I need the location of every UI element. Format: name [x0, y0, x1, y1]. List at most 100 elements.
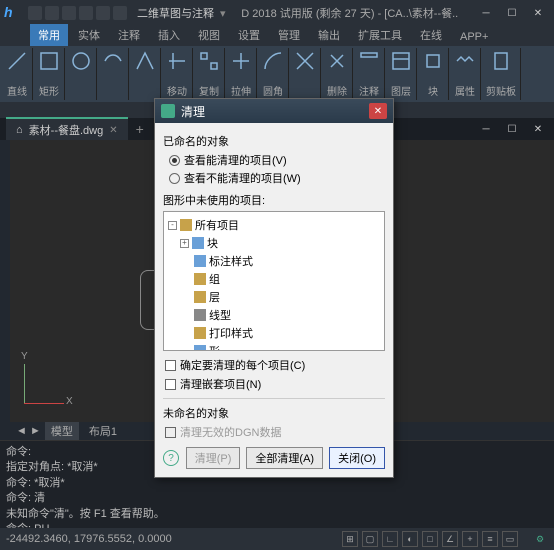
ribbon-tab[interactable]: 注释 — [110, 24, 148, 46]
tree-item[interactable]: 层 — [168, 288, 380, 306]
coordinates: -24492.3460, 17976.5552, 0.0000 — [6, 533, 172, 545]
tool-icon[interactable] — [454, 50, 476, 72]
osnap-icon[interactable]: □ — [422, 531, 438, 547]
command-line: 命令: 清 — [6, 491, 548, 506]
panel-label: 注释 — [359, 83, 379, 98]
tool-icon[interactable] — [358, 50, 380, 72]
tree-item[interactable]: 标注样式 — [168, 252, 380, 270]
ribbon-tab[interactable]: 设置 — [230, 24, 268, 46]
tool-icon[interactable] — [6, 50, 28, 72]
dyn-icon[interactable]: + — [462, 531, 478, 547]
qat-save-icon[interactable] — [62, 6, 76, 20]
purge-nested-checkbox[interactable]: 清理嵌套项目(N) — [165, 376, 385, 392]
grid-icon[interactable]: ⊞ — [342, 531, 358, 547]
purge-button[interactable]: 清理(P) — [186, 447, 241, 469]
doc-close-button[interactable]: ✕ — [526, 120, 550, 138]
ribbon-tab[interactable]: 在线 — [412, 24, 450, 46]
ribbon-panel — [290, 48, 321, 100]
ribbon-tab[interactable]: 输出 — [310, 24, 348, 46]
tree-item-label: 块 — [207, 235, 218, 251]
tree-item[interactable]: -所有项目 — [168, 216, 380, 234]
close-button[interactable]: ✕ — [526, 4, 550, 22]
tool-icon[interactable] — [390, 50, 412, 72]
new-tab-button[interactable]: + — [136, 121, 144, 137]
track-icon[interactable]: ∠ — [442, 531, 458, 547]
ribbon-tab[interactable]: 扩展工具 — [350, 24, 410, 46]
ribbon-tab[interactable]: 插入 — [150, 24, 188, 46]
minimize-button[interactable]: ─ — [474, 4, 498, 22]
lwt-icon[interactable]: ≡ — [482, 531, 498, 547]
tool-icon[interactable] — [102, 50, 124, 72]
dialog-titlebar[interactable]: 清理 ✕ — [155, 99, 393, 123]
ribbon-panel: 直线 — [2, 48, 33, 100]
layout-tab[interactable]: 布局1 — [83, 422, 123, 440]
tool-icon[interactable] — [230, 50, 252, 72]
model-tab[interactable]: 模型 — [45, 422, 79, 440]
ribbon-panel: 块 — [418, 48, 449, 100]
tool-icon[interactable] — [166, 50, 188, 72]
qat-new-icon[interactable] — [28, 6, 42, 20]
tree-item[interactable]: +块 — [168, 234, 380, 252]
help-button[interactable]: ? — [163, 450, 179, 466]
purge-dgn-checkbox[interactable]: 清理无效的DGN数据 — [165, 424, 385, 440]
checkbox-label: 确定要清理的每个项目(C) — [180, 357, 305, 373]
tool-icon[interactable] — [294, 50, 316, 72]
tool-icon[interactable] — [38, 50, 60, 72]
tool-icon[interactable] — [134, 50, 156, 72]
dialog-close-button[interactable]: ✕ — [369, 103, 387, 119]
checkbox-icon — [165, 427, 176, 438]
vtab-arrows[interactable]: ◄ ► — [16, 425, 41, 437]
purge-dialog: 清理 ✕ 已命名的对象 查看能清理的项目(V) 查看不能清理的项目(W) 图形中… — [154, 98, 394, 478]
tool-icon[interactable] — [262, 50, 284, 72]
ribbon-tab[interactable]: 视图 — [190, 24, 228, 46]
radio-label: 查看能清理的项目(V) — [184, 152, 287, 168]
purge-all-button[interactable]: 全部清理(A) — [246, 447, 323, 469]
panel-label: 删除 — [327, 83, 347, 98]
ribbon-tab[interactable]: 管理 — [270, 24, 308, 46]
qat-print-icon[interactable] — [113, 6, 127, 20]
confirm-each-checkbox[interactable]: 确定要清理的每个项目(C) — [165, 357, 385, 373]
close-dialog-button[interactable]: 关闭(O) — [329, 447, 385, 469]
qat-redo-icon[interactable] — [96, 6, 110, 20]
items-tree[interactable]: -所有项目+块标注样式组层线型打印样式形文字样式多线样式多重引线样式 — [163, 211, 385, 351]
qat-open-icon[interactable] — [45, 6, 59, 20]
maximize-button[interactable]: ☐ — [500, 4, 524, 22]
ribbon-tab[interactable]: 常用 — [30, 24, 68, 46]
panel-label: 复制 — [199, 83, 219, 98]
ribbon-panel: 移动 — [162, 48, 193, 100]
ribbon-panel — [130, 48, 161, 100]
tree-item-label: 打印样式 — [209, 325, 253, 341]
doc-minimize-button[interactable]: ─ — [474, 120, 498, 138]
model-icon[interactable]: ▭ — [502, 531, 518, 547]
ribbon-tab[interactable]: 实体 — [70, 24, 108, 46]
workspace-label[interactable]: 二维草图与注释 — [137, 5, 214, 21]
tool-icon[interactable] — [70, 50, 92, 72]
panel-label: 图层 — [391, 83, 411, 98]
tool-icon[interactable] — [422, 50, 444, 72]
tree-item[interactable]: 形 — [168, 342, 380, 351]
tree-item[interactable]: 线型 — [168, 306, 380, 324]
ribbon-panel: 矩形 — [34, 48, 65, 100]
ortho-icon[interactable]: ∟ — [382, 531, 398, 547]
expander-icon[interactable]: - — [168, 221, 177, 230]
tool-icon[interactable] — [326, 50, 348, 72]
ribbon-tab[interactable]: APP+ — [452, 28, 496, 46]
polar-icon[interactable]: ◐ — [402, 531, 418, 547]
status-toggles: ⊞ ▢ ∟ ◐ □ ∠ + ≡ ▭ ⚙ — [342, 531, 548, 547]
radio-view-purgeable[interactable]: 查看能清理的项目(V) — [169, 152, 385, 168]
radio-view-nonpurgeable[interactable]: 查看不能清理的项目(W) — [169, 170, 385, 186]
document-tab[interactable]: ⌂ 素材--餐盘.dwg ✕ — [6, 117, 128, 141]
tree-item-icon — [180, 219, 192, 231]
tree-item[interactable]: 打印样式 — [168, 324, 380, 342]
expander-icon[interactable]: + — [180, 239, 189, 248]
radio-icon — [169, 155, 180, 166]
tool-icon[interactable] — [490, 50, 512, 72]
radio-icon — [169, 173, 180, 184]
close-tab-icon[interactable]: ✕ — [109, 125, 117, 136]
doc-restore-button[interactable]: ☐ — [500, 120, 524, 138]
tree-item[interactable]: 组 — [168, 270, 380, 288]
qat-undo-icon[interactable] — [79, 6, 93, 20]
gear-icon[interactable]: ⚙ — [532, 531, 548, 547]
snap-icon[interactable]: ▢ — [362, 531, 378, 547]
tool-icon[interactable] — [198, 50, 220, 72]
